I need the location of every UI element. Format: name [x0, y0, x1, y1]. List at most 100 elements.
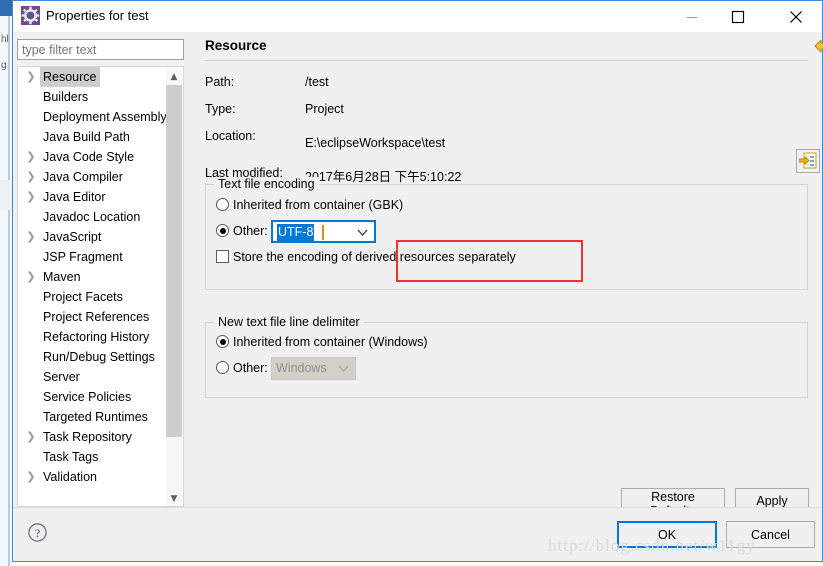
sidebar-item-java-build-path[interactable]: Java Build Path	[18, 127, 166, 147]
background-window-strip: hl g	[0, 0, 12, 566]
sidebar-item-resource[interactable]: ❯ Resource	[18, 67, 166, 87]
text-cursor	[322, 225, 324, 240]
sidebar-item-label: Javadoc Location	[43, 210, 141, 224]
sidebar-item-maven[interactable]: ❯ Maven	[18, 267, 166, 287]
expand-arrow-icon[interactable]: ❯	[24, 467, 38, 487]
sidebar-item-label: JSP Fragment	[43, 250, 123, 264]
help-icon[interactable]: ?	[27, 522, 48, 543]
bg-window-title	[0, 0, 12, 16]
path-label: Path:	[205, 75, 235, 89]
radio-indicator	[216, 361, 229, 374]
sidebar-item-java-compiler[interactable]: ❯ Java Compiler	[18, 167, 166, 187]
delimiter-combo: Windows	[271, 357, 356, 380]
sidebar-item-label: Maven	[43, 270, 81, 284]
expand-arrow-icon[interactable]: ❯	[24, 167, 38, 187]
sidebar-item-label: Java Build Path	[43, 130, 130, 144]
maximize-icon[interactable]	[715, 1, 761, 32]
encoding-other-label: Other:	[233, 224, 268, 238]
sidebar-item-label: Deployment Assembly	[43, 110, 167, 124]
sidebar-item-label: Run/Debug Settings	[43, 350, 155, 364]
bg-window-edge	[8, 0, 10, 566]
delimiter-inherited-label: Inherited from container (Windows)	[233, 335, 428, 349]
scroll-up-icon[interactable]: ▲	[166, 68, 182, 85]
scroll-down-icon[interactable]: ▼	[166, 490, 182, 506]
sidebar-item-label: Task Tags	[43, 450, 99, 464]
sidebar-item-label: Java Compiler	[43, 170, 123, 184]
sidebar-item-label: Builders	[43, 90, 89, 104]
back-arrow-icon[interactable]	[812, 37, 823, 58]
edit-location-icon[interactable]	[796, 149, 820, 173]
delimiter-other-label: Other:	[233, 361, 268, 375]
radio-indicator-selected	[216, 224, 229, 237]
chevron-down-icon	[338, 362, 349, 376]
sidebar-item-label: Java Editor	[43, 190, 106, 204]
title-bar: Properties for test	[13, 1, 822, 32]
sidebar-item-run-debug-settings[interactable]: Run/Debug Settings	[18, 347, 166, 367]
sidebar-item-task-repository[interactable]: ❯ Task Repository	[18, 427, 166, 447]
delimiter-group-title: New text file line delimiter	[214, 315, 364, 329]
sidebar-item-jsp-fragment[interactable]: JSP Fragment	[18, 247, 166, 267]
location-label: Location:	[205, 129, 256, 143]
resource-page: Resource Path: /test Type: Project Locat…	[191, 32, 823, 518]
sidebar-item-server[interactable]: Server	[18, 367, 166, 387]
checkbox-indicator	[216, 250, 229, 263]
path-value: /test	[305, 75, 329, 89]
sidebar-item-targeted-runtimes[interactable]: Targeted Runtimes	[18, 407, 166, 427]
svg-text:?: ?	[35, 526, 40, 540]
expand-arrow-icon[interactable]: ❯	[24, 427, 38, 447]
tree-items: ❯ Resource Builders Deployment Assembly Java…	[18, 67, 167, 487]
window-title: Properties for test	[46, 8, 149, 23]
line-delimiter-group: New text file line delimiter Inherited f…	[205, 315, 808, 398]
sidebar-item-validation[interactable]: ❯ Validation	[18, 467, 166, 487]
minimize-icon[interactable]	[669, 1, 715, 32]
sidebar-item-refactoring-history[interactable]: Refactoring History	[18, 327, 166, 347]
expand-arrow-icon[interactable]: ❯	[24, 227, 38, 247]
scrollbar-thumb-vertical[interactable]	[166, 85, 182, 437]
dialog-body: ❯ResourceBuildersDeployment AssemblyJava…	[13, 32, 823, 528]
chevron-down-icon[interactable]	[357, 226, 368, 240]
sidebar-item-label: Service Policies	[43, 390, 132, 404]
sidebar-item-deployment-assembly[interactable]: Deployment Assembly	[18, 107, 167, 127]
watermark-text: http://blog.csdn.net/w11gy	[548, 536, 756, 555]
sidebar-item-label: JavaScript	[43, 230, 102, 244]
encoding-inherited-label: Inherited from container (GBK)	[233, 198, 404, 212]
sidebar-item-label: Refactoring History	[43, 330, 150, 344]
bg-window-panel	[0, 180, 12, 210]
encoding-combo[interactable]: UTF-8	[271, 220, 376, 243]
text-file-encoding-group: Text file encoding Inherited from contai…	[205, 177, 808, 290]
sidebar-item-label: Java Code Style	[43, 150, 135, 164]
filter-input[interactable]	[17, 39, 184, 60]
store-derived-label: Store the encoding of derived resources …	[233, 250, 516, 264]
expand-arrow-icon[interactable]: ❯	[24, 67, 38, 87]
sidebar-item-label: Server	[43, 370, 80, 384]
sidebar-item-project-references[interactable]: Project References	[18, 307, 166, 327]
sidebar-item-label: Targeted Runtimes	[43, 410, 148, 424]
type-value: Project	[305, 102, 344, 116]
properties-gear-icon	[21, 6, 40, 25]
sidebar-item-builders[interactable]: Builders	[18, 87, 166, 107]
sidebar-item-label: Validation	[43, 470, 97, 484]
sidebar-item-label: Project References	[43, 310, 150, 324]
expand-arrow-icon[interactable]: ❯	[24, 267, 38, 287]
bg-text-hl: hl	[1, 34, 9, 45]
sidebar-item-javadoc-location[interactable]: Javadoc Location	[18, 207, 166, 227]
encoding-group-title: Text file encoding	[214, 177, 319, 191]
close-icon[interactable]	[773, 1, 819, 32]
radio-indicator-selected	[216, 335, 229, 348]
properties-dialog: Properties for test ❯ResourceBuildersDep…	[12, 0, 823, 562]
tree-vertical-scrollbar[interactable]: ▲ ▼	[166, 68, 182, 506]
expand-arrow-icon[interactable]: ❯	[24, 147, 38, 167]
sidebar-item-java-code-style[interactable]: ❯ Java Code Style	[18, 147, 166, 167]
sidebar-item-task-tags[interactable]: Task Tags	[18, 447, 166, 467]
expand-arrow-icon[interactable]: ❯	[24, 187, 38, 207]
bg-text-g: g	[1, 60, 7, 71]
sidebar-item-label: Resource	[40, 67, 100, 87]
type-label: Type:	[205, 102, 236, 116]
sidebar-item-service-policies[interactable]: Service Policies	[18, 387, 166, 407]
header-divider	[205, 60, 808, 61]
sidebar-item-javascript[interactable]: ❯ JavaScript	[18, 227, 166, 247]
preferences-tree[interactable]: ❯ Resource Builders Deployment Assembly Java…	[17, 66, 184, 507]
sidebar-item-java-editor[interactable]: ❯ Java Editor	[18, 187, 166, 207]
radio-indicator	[216, 198, 229, 211]
sidebar-item-project-facets[interactable]: Project Facets	[18, 287, 166, 307]
